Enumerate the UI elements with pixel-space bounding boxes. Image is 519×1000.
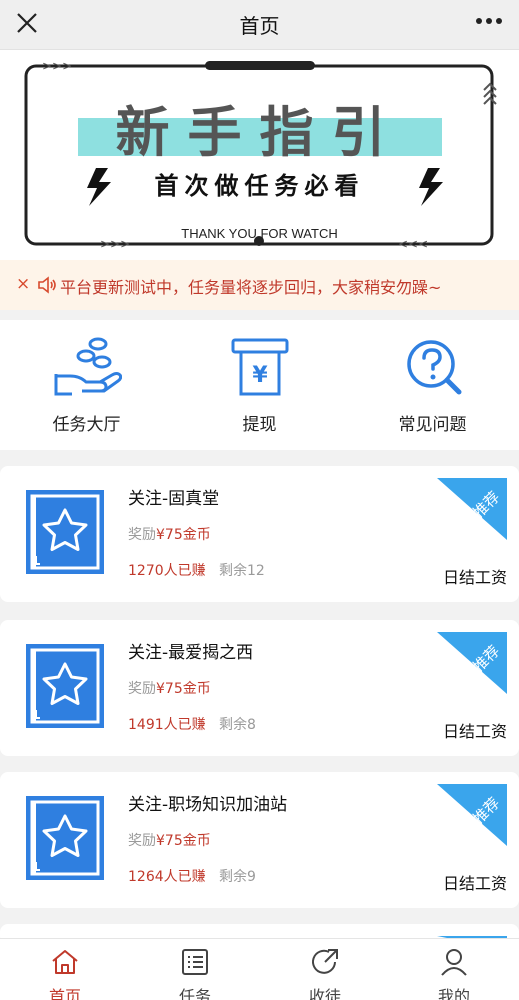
page-title: 首页 [239, 14, 280, 38]
reward-label: 奖励 [128, 833, 156, 849]
notice-close-icon[interactable]: × [16, 274, 30, 294]
task-stats: 1491人已赚 剩余8 [128, 714, 256, 734]
earned-count: 1491人已赚 [128, 717, 206, 733]
reward-value: ¥75金币 [156, 527, 211, 543]
task-thumbnail-star-icon [26, 796, 104, 880]
reward-value: ¥75金币 [156, 681, 211, 697]
reward-label: 奖励 [128, 527, 156, 543]
task-name: 关注-固真堂 [128, 489, 220, 509]
reward-label: 奖励 [128, 681, 156, 697]
banner[interactable]: >>> >>> <<< 新手指引 首次做任务必看 THANK YOU FOR W… [0, 50, 519, 260]
tab-label: 收徒 [308, 987, 341, 1000]
task-reward: 奖励¥75金币 [128, 678, 211, 698]
recommend-badge: 推荐 [437, 784, 507, 846]
top-bar: 首页 [0, 0, 519, 50]
task-name: 关注-职场知识加油站 [128, 795, 288, 815]
tab-label: 我的 [437, 987, 470, 1000]
reward-value: ¥75金币 [156, 833, 211, 849]
earned-count: 1270人已赚 [128, 563, 206, 579]
settle-type: 日结工资 [442, 568, 507, 587]
remaining-count: 剩余8 [219, 717, 256, 733]
bottom-tab-bar: 首页 任务 收徒 我的 [0, 938, 519, 1000]
settle-type: 日结工资 [442, 874, 507, 893]
task-stats: 1270人已赚 剩余12 [128, 560, 265, 580]
task-thumbnail-star-icon [26, 490, 104, 574]
task-name: 关注-最爱揭之西 [128, 643, 254, 663]
share-icon [312, 949, 338, 974]
svg-text:¥: ¥ [252, 363, 268, 388]
banner-title: 新手指引 [115, 101, 404, 164]
quick-item-label: 提现 [242, 415, 277, 435]
coins-hand-icon [54, 337, 122, 396]
banner-footer: THANK YOU FOR WATCH [181, 226, 338, 241]
task-reward: 奖励¥75金币 [128, 830, 211, 850]
banner-subtitle: 首次做任务必看 [154, 172, 365, 200]
svg-text:>>>: >>> [42, 59, 72, 73]
tab-profile[interactable]: 我的 [389, 939, 519, 1000]
task-card[interactable]: 关注-固真堂 奖励¥75金币 1270人已赚 剩余12 推荐 日结工资 [0, 466, 519, 602]
notice-text: 平台更新测试中，任务量将逐步回归，大家稍安勿躁~ [60, 278, 442, 297]
faq-icon [406, 340, 461, 395]
remaining-count: 剩余12 [219, 563, 265, 579]
task-card[interactable]: 关注-最爱揭之西 奖励¥75金币 1491人已赚 剩余8 推荐 日结工资 [0, 620, 519, 756]
earned-count: 1264人已赚 [128, 869, 206, 885]
task-reward: 奖励¥75金币 [128, 524, 211, 544]
task-stats: 1264人已赚 剩余9 [128, 866, 256, 886]
task-card[interactable]: 关注-职场知识加油站 奖励¥75金币 1264人已赚 剩余9 推荐 日结工资 [0, 772, 519, 908]
task-thumbnail-star-icon [26, 644, 104, 728]
tab-recruit[interactable]: 收徒 [260, 939, 390, 1000]
recommend-badge: 推荐 [437, 478, 507, 540]
quick-item-label: 任务大厅 [52, 415, 121, 435]
list-icon [182, 949, 208, 975]
home-icon [52, 950, 78, 974]
settle-type: 日结工资 [442, 722, 507, 741]
quick-item-faq[interactable]: 常见问题 [346, 320, 519, 450]
tab-label: 任务 [178, 987, 211, 1000]
quick-item-withdraw[interactable]: ¥ 提现 [173, 320, 346, 450]
quick-item-task-hall[interactable]: 任务大厅 [0, 320, 173, 450]
recommend-badge: 推荐 [437, 632, 507, 694]
remaining-count: 剩余9 [219, 869, 256, 885]
quick-menu: 任务大厅 ¥ 提现 常见问题 [0, 320, 519, 450]
notice-bar: × 平台更新测试中，任务量将逐步回归，大家稍安勿躁~ [0, 260, 519, 310]
quick-item-label: 常见问题 [398, 415, 467, 435]
user-icon [441, 949, 467, 976]
tab-label: 首页 [48, 987, 81, 1000]
speaker-icon [38, 276, 56, 294]
more-icon[interactable] [473, 8, 505, 34]
tab-tasks[interactable]: 任务 [130, 939, 260, 1000]
withdraw-icon: ¥ [231, 338, 288, 396]
tab-home[interactable]: 首页 [0, 939, 130, 1000]
